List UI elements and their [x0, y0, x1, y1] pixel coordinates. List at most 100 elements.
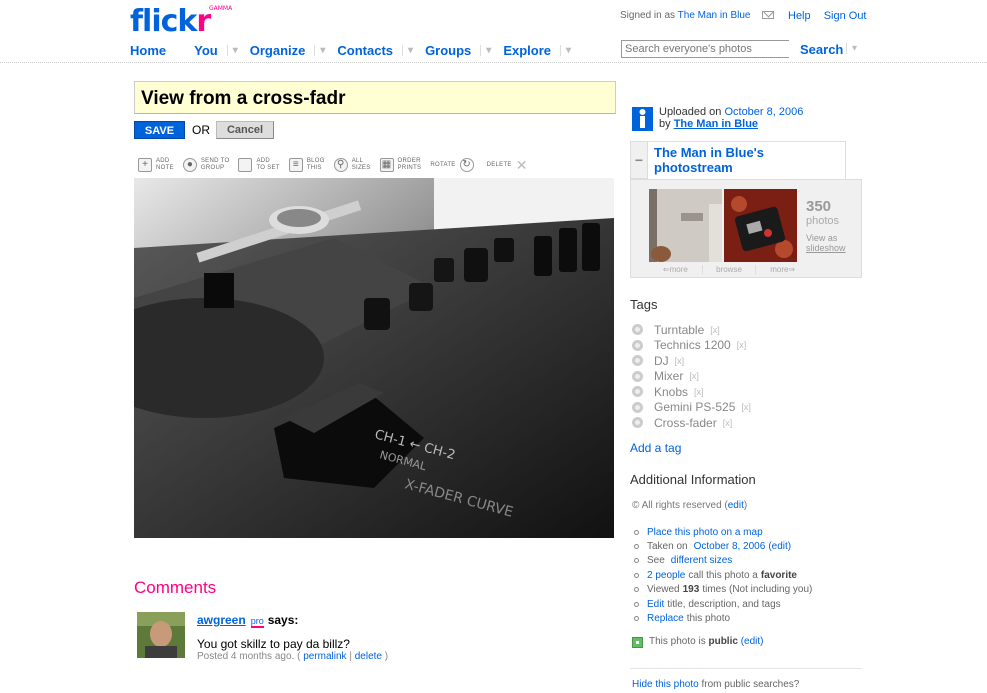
taken-date-link[interactable]: October 8, 2006 — [694, 541, 766, 552]
comments-heading: Comments — [134, 578, 217, 597]
info-item-sizes: See different sizes — [634, 554, 812, 568]
send-to-group-label: SEND TO GROUP — [200, 158, 230, 171]
photostream-title-link[interactable]: The Man in Blue's photostream — [648, 141, 846, 179]
additional-info-heading: Additional Information — [630, 472, 756, 487]
rights-edit-link[interactable]: edit — [728, 500, 744, 511]
rights-label: © All rights reserved ( — [632, 500, 728, 511]
uploader-buddy-icon[interactable] — [632, 107, 653, 131]
blog-this-button[interactable]: ≡ BLOG THIS — [288, 158, 325, 172]
info-list: Place this photo on a map Taken on Octobe… — [634, 525, 812, 626]
people-link[interactable]: 2 people — [647, 570, 685, 581]
remove-tag-button[interactable]: [x] — [737, 340, 747, 350]
delete-label: DELETE — [486, 161, 512, 168]
slideshow-link[interactable]: View as slideshow — [806, 233, 846, 253]
sign-out-link[interactable]: Sign Out — [824, 10, 867, 22]
info-item-viewed: Viewed 193 times (Not including you) — [634, 583, 812, 597]
browse-link[interactable]: browse — [703, 265, 757, 274]
tag-link[interactable]: Cross-fader — [654, 416, 717, 430]
replace-photo-link[interactable]: Replace — [647, 613, 684, 624]
tag-link[interactable]: Gemini PS-525 — [654, 400, 735, 414]
delete-button[interactable]: DELETE ✕ — [487, 157, 528, 174]
tag-icon[interactable] — [632, 339, 643, 351]
photo-count: 350 photos — [806, 199, 839, 228]
group-icon: ● — [182, 158, 197, 172]
title-edit-field[interactable]: View from a cross-fadr — [134, 81, 616, 114]
tag-icon[interactable] — [632, 355, 643, 367]
tag-link[interactable]: Turntable — [654, 323, 704, 337]
rotate-button[interactable]: ROTATE ↻ — [430, 158, 477, 172]
uploader-link[interactable]: The Man in Blue — [674, 118, 758, 130]
collapse-button[interactable]: − — [630, 141, 648, 179]
hide-photo-link[interactable]: Hide this photo — [632, 679, 699, 690]
order-prints-button[interactable]: ▦ ORDER PRINTS — [379, 158, 422, 172]
taken-edit-link[interactable]: (edit) — [768, 541, 791, 552]
chevron-down-icon[interactable]: ▾ — [846, 43, 857, 54]
save-button[interactable]: SAVE — [134, 121, 185, 139]
commenter-avatar[interactable] — [137, 612, 185, 658]
taken-label: Taken on — [647, 541, 688, 553]
chevron-down-icon[interactable]: ▾ — [402, 44, 413, 56]
delete-comment-link[interactable]: delete — [355, 651, 382, 662]
remove-tag-button[interactable]: [x] — [741, 402, 751, 412]
add-note-icon: + — [138, 158, 152, 172]
chevron-down-icon[interactable]: ▾ — [226, 44, 238, 56]
tag-link[interactable]: Knobs — [654, 385, 688, 399]
flickr-logo[interactable]: flickr GAMMA — [130, 4, 232, 39]
sidebar-divider — [630, 668, 862, 669]
tag-link[interactable]: Technics 1200 — [654, 338, 731, 352]
remove-tag-button[interactable]: [x] — [675, 356, 685, 366]
commenter-username-link[interactable]: awgreen — [197, 613, 246, 627]
upload-date-link[interactable]: October 8, 2006 — [724, 106, 803, 118]
nav-contacts[interactable]: Contacts ▾ — [337, 43, 425, 58]
add-note-button[interactable]: + ADD NOTE — [138, 158, 174, 172]
tag-link[interactable]: Mixer — [654, 369, 683, 383]
permalink-link[interactable]: permalink — [303, 651, 346, 662]
different-sizes-link[interactable]: different sizes — [671, 555, 733, 566]
tag-icon[interactable] — [632, 401, 643, 413]
current-photo-thumbnail[interactable] — [724, 189, 797, 262]
privacy-edit-link[interactable]: (edit) — [741, 636, 764, 647]
tag-link[interactable]: DJ — [654, 354, 669, 368]
chevron-down-icon[interactable]: ▾ — [314, 44, 325, 56]
nav-groups-label: Groups — [425, 42, 472, 58]
send-to-group-button[interactable]: ● SEND TO GROUP — [182, 158, 230, 172]
remove-tag-button[interactable]: [x] — [694, 387, 704, 397]
set-icon — [238, 158, 253, 172]
nav-explore[interactable]: Explore ▾ — [503, 43, 583, 58]
chevron-down-icon[interactable]: ▾ — [480, 44, 491, 56]
chevron-down-icon[interactable]: ▾ — [560, 44, 571, 56]
says-label: says: — [267, 613, 299, 627]
pro-badge[interactable]: pro — [250, 616, 264, 628]
nav-you[interactable]: You ▾ — [194, 43, 250, 58]
mail-icon[interactable] — [762, 11, 774, 19]
cancel-button[interactable]: Cancel — [216, 121, 274, 139]
remove-tag-button[interactable]: [x] — [689, 371, 699, 381]
tag-icon[interactable] — [632, 386, 643, 398]
all-sizes-button[interactable]: ⚲ ALL SIZES — [333, 158, 371, 172]
search-input[interactable]: Search everyone's photos — [621, 40, 789, 58]
signed-in-user-link[interactable]: The Man in Blue — [678, 10, 751, 21]
add-tag-link[interactable]: Add a tag — [630, 441, 681, 455]
public-prefix: This photo is — [649, 636, 706, 647]
remove-tag-button[interactable]: [x] — [723, 418, 733, 428]
nav-organize[interactable]: Organize ▾ — [250, 43, 338, 58]
info-item-map: Place this photo on a map — [634, 525, 812, 539]
edit-details-link[interactable]: Edit — [647, 599, 664, 610]
search-button[interactable]: Search — [800, 42, 843, 57]
comment-close-paren: ) — [384, 651, 389, 662]
add-to-set-button[interactable]: ADD TO SET — [238, 158, 280, 172]
tag-icon[interactable] — [632, 370, 643, 382]
place-on-map-link[interactable]: Place this photo on a map — [647, 527, 763, 538]
help-link[interactable]: Help — [788, 10, 811, 22]
info-item-favorite: 2 people call this photo a favorite — [634, 568, 812, 582]
remove-tag-button[interactable]: [x] — [710, 325, 720, 335]
previous-photo-thumbnail[interactable] — [649, 189, 722, 262]
tag-icon[interactable] — [632, 417, 643, 429]
nav-groups[interactable]: Groups ▾ — [425, 43, 503, 58]
more-next-link[interactable]: more⇒ — [756, 265, 809, 274]
nav-home[interactable]: Home — [130, 43, 194, 58]
info-item-taken: Taken on October 8, 2006 (edit) — [634, 539, 812, 553]
main-photo[interactable]: CH-1 ← CH-2 NORMAL X-FADER CURVE — [134, 178, 614, 538]
tag-icon[interactable] — [632, 324, 643, 336]
more-previous-link[interactable]: ⇐more — [649, 265, 703, 274]
